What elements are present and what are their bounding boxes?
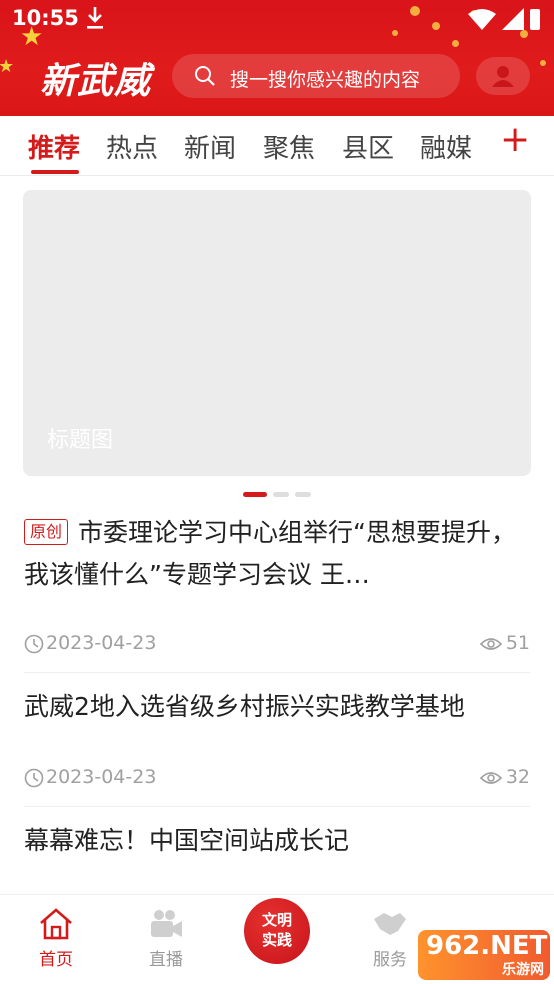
eye-icon: [480, 638, 502, 650]
status-icons: [468, 8, 540, 30]
home-icon: [40, 908, 72, 940]
center-badge-line2: 实践: [261, 931, 292, 949]
watermark-text: 962.NET: [426, 931, 548, 961]
tab-news[interactable]: 新闻: [184, 128, 236, 165]
tab-county[interactable]: 县区: [342, 128, 394, 165]
signal-icon: [502, 8, 524, 30]
wifi-icon: [468, 9, 496, 30]
article-item[interactable]: 武威2地入选省级乡村振兴实践教学基地: [24, 686, 530, 728]
tab-recommend[interactable]: 推荐: [28, 128, 80, 165]
tab-hot[interactable]: 热点: [106, 128, 158, 165]
civilization-practice-button[interactable]: 文明 实践: [244, 898, 310, 964]
banner-carousel[interactable]: 标题图: [23, 190, 531, 476]
banner-title: 标题图: [47, 428, 114, 453]
tab-media[interactable]: 融媒: [420, 128, 472, 165]
article-item[interactable]: 原创 市委理论学习中心组举行“思想要提升，我该懂什么”专题学习会议 王…: [24, 512, 530, 596]
article-title: 市委理论学习中心组举行“思想要提升，我该懂什么”专题学习会议 王…: [24, 518, 516, 589]
search-bar[interactable]: 搜一搜你感兴趣的内容: [172, 54, 460, 98]
nav-home[interactable]: 首页: [16, 907, 96, 970]
app-screen: ★ ★ 10:55 新武威 搜一搜你感兴趣的内容 推荐 热点 新闻 聚焦 县区 …: [0, 0, 554, 984]
add-channel-button[interactable]: +: [500, 122, 530, 158]
nav-home-label: 首页: [39, 950, 73, 970]
battery-icon: [530, 9, 540, 30]
clock-icon: [24, 634, 44, 654]
divider: [24, 806, 530, 807]
firework-decoration: [540, 60, 546, 66]
search-icon: [195, 66, 215, 86]
status-time: 10:55: [12, 6, 79, 30]
tab-focus[interactable]: 聚焦: [263, 128, 315, 165]
center-badge-line1: 文明: [261, 911, 292, 929]
article-date: 2023-04-23: [46, 632, 157, 654]
article-item[interactable]: 幕幕难忘！中国空间站成长记: [24, 820, 530, 862]
active-tab-indicator: [31, 170, 79, 174]
eye-icon: [480, 772, 502, 784]
video-camera-icon: [151, 910, 182, 937]
divider: [24, 672, 530, 673]
app-logo[interactable]: 新武威: [40, 52, 151, 104]
header: ★ ★ 10:55 新武威 搜一搜你感兴趣的内容: [0, 0, 554, 116]
channel-tabs: 推荐 热点 新闻 聚焦 县区 融媒 +: [0, 116, 554, 176]
nav-service-label: 服务: [373, 950, 407, 970]
carousel-indicator: [243, 492, 323, 498]
watermark-sub: 乐游网: [502, 962, 544, 978]
user-avatar-button[interactable]: [476, 57, 530, 95]
flag-star-icon: ★: [0, 56, 15, 77]
article-meta: 2023-04-23 51: [24, 632, 530, 656]
nav-live-label: 直播: [149, 950, 183, 970]
handshake-icon: [374, 913, 406, 935]
original-badge: 原创: [24, 519, 69, 545]
carousel-dot[interactable]: [273, 492, 289, 497]
status-bar: 10:55: [0, 0, 554, 38]
firework-decoration: [452, 40, 459, 47]
user-icon: [492, 66, 514, 87]
search-placeholder: 搜一搜你感兴趣的内容: [230, 69, 421, 91]
article-views: 32: [505, 766, 530, 788]
article-title-block: 原创 市委理论学习中心组举行“思想要提升，我该懂什么”专题学习会议 王…: [24, 512, 530, 596]
article-meta: 2023-04-23 32: [24, 766, 530, 790]
article-views: 51: [505, 632, 530, 654]
nav-live[interactable]: 直播: [126, 907, 206, 970]
carousel-dot[interactable]: [295, 492, 311, 497]
article-title: 武威2地入选省级乡村振兴实践教学基地: [24, 692, 465, 721]
download-icon: [87, 7, 103, 29]
clock-icon: [24, 768, 44, 788]
article-title: 幕幕难忘！中国空间站成长记: [24, 826, 350, 855]
article-date: 2023-04-23: [46, 766, 157, 788]
watermark-logo: 962.NET 乐游网: [418, 930, 550, 980]
carousel-dot-active[interactable]: [243, 492, 267, 497]
